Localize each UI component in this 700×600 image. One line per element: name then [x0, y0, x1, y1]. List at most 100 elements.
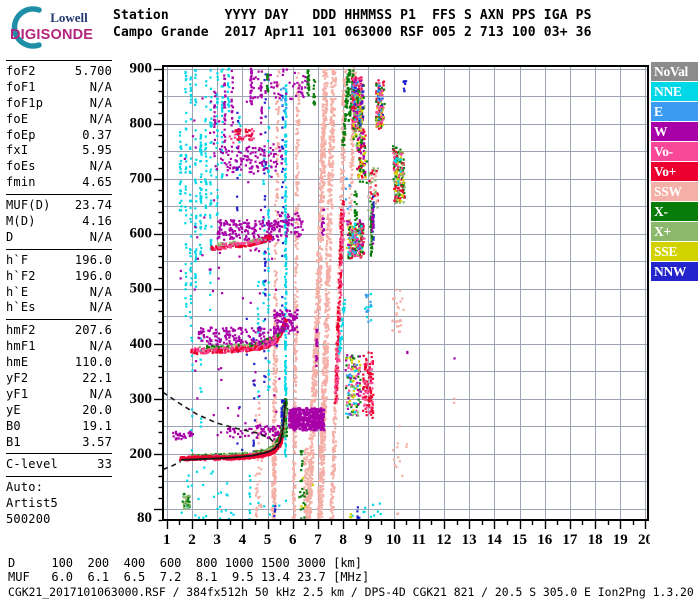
param-label: foE — [6, 111, 29, 126]
param-value: 22.1 — [82, 371, 112, 386]
param-label: fxI — [6, 143, 29, 158]
divider — [6, 194, 112, 196]
param-value: N/A — [89, 339, 112, 354]
param-value: 5.700 — [74, 64, 112, 78]
param-label: Artist5 — [6, 496, 58, 511]
param-row: h`F2 196.0 — [6, 269, 112, 285]
param-label: yF2 — [6, 371, 29, 386]
param-value: 5.95 — [82, 143, 112, 158]
param-value: 207.6 — [74, 323, 112, 338]
legend-item-Vo+: Vo+ — [651, 162, 698, 181]
param-row: h`Es N/A — [6, 300, 112, 316]
legend-item-X+: X+ — [651, 222, 698, 241]
d-row: D 100 200 400 600 800 1000 1500 3000 [km… — [8, 556, 363, 570]
param-label: yE — [6, 402, 21, 417]
param-value: 19.1 — [82, 418, 112, 433]
param-label: h`E — [6, 284, 29, 299]
param-row: yE 20.0 — [6, 403, 112, 419]
param-value: N/A — [89, 229, 112, 244]
legend-item-NNW: NNW — [651, 262, 698, 281]
param-value: N/A — [89, 386, 112, 401]
param-row: C-level 33 — [6, 457, 112, 473]
divider — [6, 319, 112, 321]
param-row: fxI 5.95 — [6, 143, 112, 159]
param-row: 500200 — [6, 512, 112, 528]
param-label: foF2 — [6, 64, 36, 78]
param-value: N/A — [89, 159, 112, 174]
param-value: N/A — [89, 111, 112, 126]
param-row: foF1p N/A — [6, 96, 112, 112]
param-row: Artist5 — [6, 496, 112, 512]
legend-item-NoVal: NoVal — [651, 62, 698, 81]
param-row: D N/A — [6, 230, 112, 246]
param-label: hmE — [6, 355, 29, 370]
divider — [6, 248, 112, 250]
digisonde-ionogram-app: Lowell DIGISONDE Station YYYY DAY DDD HH… — [0, 0, 700, 600]
param-label: hmF2 — [6, 323, 36, 338]
param-row: yF2 22.1 — [6, 371, 112, 387]
param-value: N/A — [89, 284, 112, 299]
param-row: yF1 N/A — [6, 387, 112, 403]
param-row: foE N/A — [6, 112, 112, 128]
param-value: 3.57 — [82, 434, 112, 449]
param-row: foF1 N/A — [6, 80, 112, 96]
lowell-wordmark: Lowell — [50, 10, 88, 25]
param-value: 23.74 — [74, 198, 112, 213]
legend-item-W: W — [651, 122, 698, 141]
param-value: N/A — [89, 300, 112, 315]
param-row: h`E N/A — [6, 285, 112, 301]
param-row: hmF2 207.6 — [6, 323, 112, 339]
param-row: Auto: — [6, 480, 112, 496]
param-row: B0 19.1 — [6, 419, 112, 435]
legend-item-Vo-: Vo- — [651, 142, 698, 161]
param-row: hmE 110.0 — [6, 355, 112, 371]
param-label: h`Es — [6, 300, 36, 315]
param-label: MUF(D) — [6, 198, 51, 213]
param-value: 110.0 — [74, 355, 112, 370]
param-value: 20.0 — [82, 402, 112, 417]
header-line-2: Campo Grande 2017 Apr11 101 063000 RSF 0… — [113, 25, 592, 40]
param-label: 500200 — [6, 512, 51, 527]
logo-arc-icon: Lowell DIGISONDE — [10, 6, 93, 49]
param-value: 4.65 — [82, 175, 112, 190]
param-row: foEp 0.37 — [6, 128, 112, 144]
param-label: foF1p — [6, 95, 44, 110]
param-label: yF1 — [6, 386, 29, 401]
param-value: 4.16 — [82, 214, 112, 229]
param-row: M(D) 4.16 — [6, 214, 112, 230]
ionogram-plot — [130, 55, 650, 545]
param-row: fmin 4.65 — [6, 175, 112, 191]
param-row: MUF(D) 23.74 — [6, 198, 112, 214]
param-label: B1 — [6, 434, 21, 449]
param-label: foF1 — [6, 79, 36, 94]
param-value: 196.0 — [74, 252, 112, 267]
legend-item-E: E — [651, 102, 698, 121]
legend-item-X-: X- — [651, 202, 698, 221]
divider — [6, 453, 112, 455]
footer-line: CGK21_2017101063000.RSF / 384fx512h 50 k… — [8, 585, 694, 599]
param-label: Auto: — [6, 480, 44, 495]
header-fields: Station YYYY DAY DDD HHMMSS P1 FFS S AXN… — [113, 7, 592, 41]
param-value: 196.0 — [74, 268, 112, 283]
param-label: fmin — [6, 175, 36, 190]
param-row: hmF1 N/A — [6, 339, 112, 355]
digisonde-wordmark: DIGISONDE — [10, 27, 93, 43]
muf-row: MUF 6.0 6.1 6.5 7.2 8.1 9.5 13.4 23.7 [M… — [8, 570, 370, 584]
param-label: hmF1 — [6, 339, 36, 354]
legend-item-NNE: NNE — [651, 82, 698, 101]
divider — [6, 476, 112, 478]
param-label: D — [6, 229, 14, 244]
legend-item-SSE: SSE — [651, 242, 698, 261]
param-row: foEs N/A — [6, 159, 112, 175]
legend-item-SSW: SSW — [651, 182, 698, 201]
param-label: h`F2 — [6, 268, 36, 283]
dmuf-table: D 100 200 400 600 800 1000 1500 3000 [km… — [8, 556, 369, 584]
color-legend: NoVal NNE E W Vo- Vo+ SSW X- X+ SSE NNW — [651, 62, 698, 282]
param-row: foF2 5.700 — [6, 64, 112, 80]
header-line-1: Station YYYY DAY DDD HHMMSS P1 FFS S AXN… — [113, 8, 592, 23]
param-label: foEs — [6, 159, 36, 174]
digisonde-logo: Lowell DIGISONDE — [6, 4, 110, 50]
param-value: 0.37 — [82, 127, 112, 142]
param-label: C-level — [6, 457, 58, 472]
param-value: N/A — [89, 95, 112, 110]
